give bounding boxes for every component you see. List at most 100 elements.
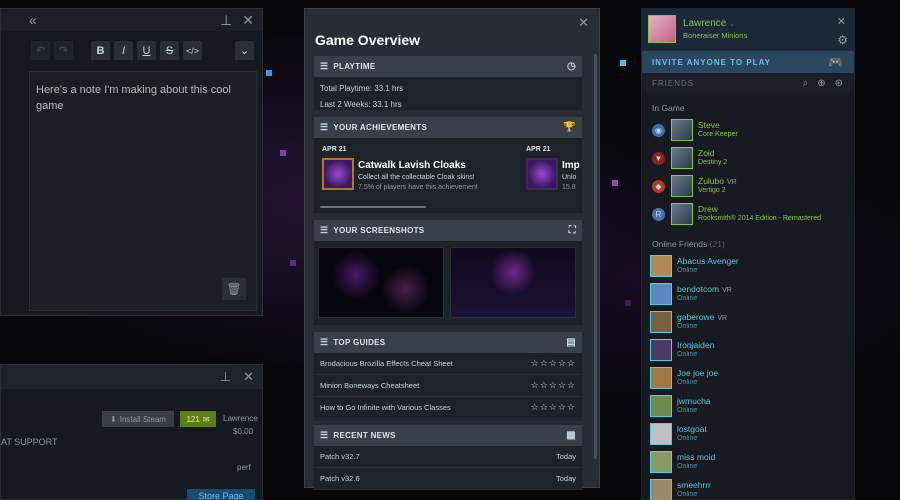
friend-name: Zoid (698, 148, 715, 158)
avatar[interactable] (648, 15, 676, 43)
screenshots-header[interactable]: ☰ YOUR SCREENSHOTS ⛶ (314, 220, 582, 241)
friend-status: Online (677, 267, 698, 274)
avatar (671, 203, 693, 225)
achievements-carousel: APR 21 Catwalk Lavish Cloaks Collect all… (314, 138, 582, 213)
achievement-card[interactable]: APR 21 Catwalk Lavish Cloaks Collect all… (322, 146, 478, 191)
guide-item[interactable]: Minion Boneways Cheatsheet ☆☆☆☆☆ (314, 375, 582, 397)
close-icon[interactable]: ✕ (243, 369, 254, 385)
friend-item[interactable]: jwmucha Online (642, 393, 854, 421)
chevron-down-icon[interactable]: ⌄ (235, 41, 254, 60)
store-nav-links[interactable]: AT SUPPORT (1, 437, 58, 447)
guide-item[interactable]: How to Go Infinite with Various Classes … (314, 397, 582, 419)
user-game: Boneraiser Minions (683, 31, 748, 40)
screenshot-thumbnail[interactable] (450, 247, 576, 318)
screenshot-thumbnail[interactable] (318, 247, 444, 318)
friend-item[interactable]: lostgoat Online (642, 421, 854, 449)
friends-panel: Lawrence ⌄ Boneraiser Minions ✕ ⚙ INVITE… (641, 8, 855, 500)
in-game-group-label[interactable]: In Game (642, 93, 854, 117)
avatar (671, 119, 693, 141)
friend-status: Online (677, 323, 698, 330)
pin-icon[interactable]: ⊥ (220, 12, 232, 29)
strikethrough-button[interactable]: S (160, 41, 179, 60)
friend-item[interactable]: Ironjaiden Online (642, 337, 854, 365)
notes-header: « ⊥ ✕ (1, 9, 262, 31)
friend-item[interactable]: ◆ Zulubo VR Vertigo 2 (642, 173, 854, 201)
carousel-scrollbar[interactable] (320, 206, 426, 208)
news-icon: ▦ (566, 430, 576, 441)
notes-panel: « ⊥ ✕ ↶ ↷ B I U S </> ⌄ Here's a note I'… (0, 8, 263, 316)
code-button[interactable]: </> (183, 41, 202, 60)
italic-button[interactable]: I (114, 41, 133, 60)
redo-icon[interactable]: ↷ (54, 41, 73, 60)
avatar (650, 423, 672, 445)
store-page-button[interactable]: Store Page (187, 489, 255, 500)
guide-item[interactable]: Brodacious Brozilla Effects Cheat Sheet … (314, 353, 582, 375)
trash-icon[interactable]: 🗑 (222, 278, 246, 300)
menu-icon: ☰ (320, 122, 329, 132)
section-title: TOP GUIDES (333, 338, 386, 347)
friend-status: Vertigo 2 (698, 187, 726, 194)
undo-icon[interactable]: ↶ (31, 41, 50, 60)
achievement-desc: Collect all the collectable Cloak skins! (358, 174, 475, 181)
note-text: Here's a note I'm making about this cool… (36, 84, 231, 112)
news-item[interactable]: Patch v32.7 Today (314, 446, 582, 468)
note-text-area[interactable]: Here's a note I'm making about this cool… (29, 71, 257, 311)
friend-item[interactable]: ◉ Steve Core Keeper (642, 117, 854, 145)
avatar (650, 479, 672, 500)
close-icon[interactable]: ✕ (578, 15, 589, 31)
bold-button[interactable]: B (91, 41, 110, 60)
news-title: Patch v32.7 (320, 452, 360, 461)
guides-header[interactable]: ☰ TOP GUIDES ▤ (314, 332, 582, 353)
collapse-icon[interactable]: « (29, 12, 37, 28)
badge-count: 121 (186, 414, 200, 424)
invite-button[interactable]: INVITE ANYONE TO PLAY 🎮 (642, 51, 854, 73)
achievements-header[interactable]: ☰ YOUR ACHIEVEMENTS 🏆 (314, 117, 582, 138)
friend-item[interactable]: ▼ Zoid Destiny 2 (642, 145, 854, 173)
groups-icon[interactable]: ⊛ (835, 78, 844, 89)
close-icon[interactable]: ✕ (242, 12, 254, 29)
pin-icon[interactable]: ⊥ (220, 369, 231, 385)
store-username[interactable]: Lawrence (223, 414, 258, 423)
scrollbar[interactable] (594, 54, 597, 459)
notification-badge[interactable]: 121 ✉ (180, 411, 216, 427)
search-icon[interactable]: ⌕ (803, 78, 810, 89)
game-icon: ◉ (652, 124, 665, 137)
news-date: Today (555, 452, 576, 461)
guide-title: Minion Boneways Cheatsheet (320, 381, 420, 390)
close-icon[interactable]: ✕ (837, 15, 846, 28)
avatar (650, 395, 672, 417)
friend-item[interactable]: Joe joe joe Online (642, 365, 854, 393)
recent-playtime: Last 2 Weeks: 33.1 hrs (320, 100, 402, 109)
achievement-card[interactable]: APR 21 Imp Unlo 15.8 (526, 146, 580, 191)
online-group-label[interactable]: Online Friends (21) (642, 229, 854, 253)
add-friend-icon[interactable]: ⊕ (817, 78, 826, 89)
invite-label: INVITE ANYONE TO PLAY (652, 57, 771, 67)
user-name[interactable]: Lawrence ⌄ (683, 18, 735, 29)
install-steam-button[interactable]: ⬇ Install Steam (102, 411, 174, 427)
friend-item[interactable]: miss moid Online (642, 449, 854, 477)
friend-status: Online (677, 463, 698, 470)
friend-item[interactable]: R Drew Rocksmith® 2014 Edition - Remastere… (642, 201, 854, 229)
friend-item[interactable]: Abacus Avenger Online (642, 253, 854, 281)
rating-stars: ☆☆☆☆☆ (530, 358, 576, 368)
friend-item[interactable]: gaberowe VR Online (642, 309, 854, 337)
game-pixel (280, 150, 286, 156)
page-title: Game Overview (315, 32, 421, 48)
gear-icon[interactable]: ⚙ (837, 33, 848, 47)
game-icon: ◆ (652, 180, 665, 193)
underline-button[interactable]: U (137, 41, 156, 60)
playtime-header[interactable]: ☰ PLAYTIME ◷ (314, 56, 582, 77)
game-pixel (620, 60, 626, 66)
news-item[interactable]: Patch v32.6 Today (314, 468, 582, 490)
news-header[interactable]: ☰ RECENT NEWS ▦ (314, 425, 582, 446)
notes-toolbar: ↶ ↷ B I U S </> ⌄ (1, 31, 262, 60)
friend-item[interactable]: bendotcom VR Online (642, 281, 854, 309)
avatar (671, 175, 693, 197)
avatar (650, 283, 672, 305)
friend-item[interactable]: smeehrrr Online (642, 477, 854, 500)
clock-icon: ◷ (566, 61, 576, 72)
friend-status: Destiny 2 (698, 159, 728, 166)
achievement-name: Imp (562, 160, 580, 171)
friends-title: FRIENDS (652, 78, 695, 88)
news-title: Patch v32.6 (320, 474, 360, 483)
